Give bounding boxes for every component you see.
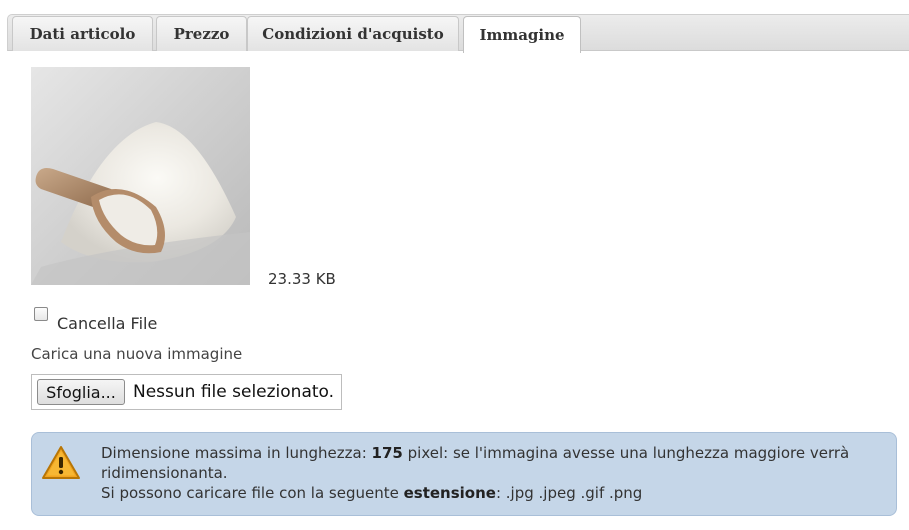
info-box: Dimensione massima in lunghezza: 175 pix… — [31, 432, 897, 516]
tab-bar: Dati articolo Prezzo Condizioni d'acquis… — [7, 14, 909, 53]
tab-prezzo[interactable]: Prezzo — [156, 16, 247, 51]
upload-label: Carica una nuova immagine — [31, 345, 243, 363]
flour-image-icon — [31, 67, 250, 285]
info-text: Dimensione massima in lunghezza: 175 pix… — [101, 444, 850, 502]
tab-immagine[interactable]: Immagine — [463, 16, 581, 53]
tab-condizioni-acquisto[interactable]: Condizioni d'acquisto — [247, 16, 459, 51]
product-image — [31, 67, 250, 285]
warning-icon — [42, 446, 80, 479]
file-size: 23.33 KB — [268, 270, 336, 288]
no-file-text: Nessun file selezionato. — [133, 382, 335, 402]
browse-button[interactable]: Sfoglia... — [37, 379, 125, 405]
delete-file-checkbox[interactable] — [34, 307, 48, 321]
delete-file-label: Cancella File — [57, 314, 158, 333]
file-input[interactable]: Sfoglia... Nessun file selezionato. — [31, 374, 342, 410]
tab-dati-articolo[interactable]: Dati articolo — [12, 16, 153, 51]
